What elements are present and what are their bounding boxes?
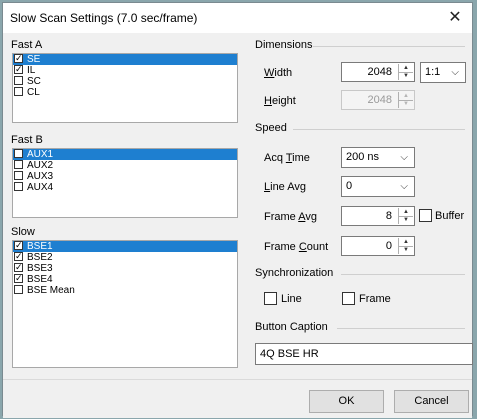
list-item-label: AUX1: [27, 149, 54, 160]
spin-down-icon[interactable]: ▼: [399, 246, 413, 254]
width-spinner[interactable]: ▲ ▼: [398, 64, 413, 80]
frame-avg-value: 8: [385, 210, 392, 222]
acq-time-label: Acq Time: [264, 152, 310, 164]
button-caption-label: Button Caption: [255, 321, 328, 333]
spin-down-icon: ▼: [403, 101, 409, 107]
ok-button[interactable]: OK: [309, 390, 384, 413]
checkbox-unchecked[interactable]: [14, 182, 23, 191]
frame-count-input[interactable]: 0 ▲ ▼: [341, 236, 415, 256]
list-item[interactable]: ✓ IL: [13, 65, 237, 76]
list-item-label: IL: [27, 65, 36, 76]
list-item[interactable]: AUX1: [13, 149, 237, 160]
chevron-down-icon: ⌵: [451, 67, 459, 78]
slow-label: Slow: [11, 226, 35, 238]
sync-line-checkbox[interactable]: [264, 292, 277, 305]
spin-down-icon[interactable]: ▼: [399, 216, 413, 224]
checkbox-unchecked[interactable]: [14, 285, 23, 294]
checkbox-checked[interactable]: ✓: [14, 252, 23, 261]
list-item-label: AUX3: [27, 171, 54, 182]
checkbox-unchecked[interactable]: [14, 160, 23, 169]
buffer-label: Buffer: [435, 210, 465, 222]
list-item-label: AUX2: [27, 160, 54, 171]
width-input[interactable]: 2048 ▲ ▼: [341, 62, 415, 82]
ratio-value: 1:1: [425, 66, 441, 78]
button-caption-divider: [337, 328, 465, 329]
height-value: 2048: [367, 94, 392, 106]
sync-frame-label: Frame: [359, 293, 391, 305]
checkbox-unchecked[interactable]: [14, 87, 23, 96]
synchronization-divider: [341, 274, 465, 275]
acq-time-value: 200 ns: [346, 151, 380, 163]
frame-avg-spinner[interactable]: ▲ ▼: [398, 208, 413, 224]
dialog-footer: OK Cancel: [3, 379, 472, 418]
speed-divider: [293, 129, 465, 130]
frame-count-value: 0: [385, 240, 392, 252]
button-caption-input[interactable]: 4Q BSE HR: [255, 343, 473, 365]
height-input: 2048 ▲ ▼: [341, 90, 415, 110]
list-item[interactable]: BSE Mean: [13, 285, 237, 296]
checkbox-unchecked[interactable]: [14, 149, 23, 158]
width-label: Width: [264, 67, 293, 79]
fast-a-label: Fast A: [11, 39, 43, 51]
frame-avg-label: Frame Avg: [264, 211, 317, 223]
height-label: Height: [264, 95, 296, 107]
checkbox-checked[interactable]: ✓: [14, 274, 23, 283]
list-item[interactable]: AUX4: [13, 182, 237, 193]
width-value: 2048: [367, 66, 392, 78]
list-item[interactable]: ✓ SE: [13, 54, 237, 65]
dimensions-divider: [313, 46, 465, 47]
cancel-button[interactable]: Cancel: [394, 390, 469, 413]
list-item-label: BSE Mean: [27, 285, 75, 296]
checkbox-unchecked[interactable]: [14, 76, 23, 85]
chevron-down-icon: ⌵: [400, 152, 408, 163]
fast-b-listbox[interactable]: AUX1 AUX2 AUX3 AUX4: [12, 148, 238, 218]
title-bar: Slow Scan Settings (7.0 sec/frame) ✕: [3, 3, 472, 33]
list-item[interactable]: AUX2: [13, 160, 237, 171]
frame-avg-input[interactable]: 8 ▲ ▼: [341, 206, 415, 226]
close-icon[interactable]: ✕: [444, 7, 466, 29]
frame-count-label: Frame Count: [264, 241, 329, 253]
button-caption-value: 4Q BSE HR: [260, 348, 319, 360]
list-item[interactable]: SC: [13, 76, 237, 87]
checkbox-checked[interactable]: ✓: [14, 65, 23, 74]
height-spinner: ▲ ▼: [398, 92, 413, 108]
list-item-label: SC: [27, 76, 41, 87]
frame-count-spinner[interactable]: ▲ ▼: [398, 238, 413, 254]
checkbox-checked[interactable]: ✓: [14, 241, 23, 250]
list-item-label: BSE3: [27, 263, 53, 274]
ratio-select[interactable]: 1:1 ⌵: [420, 62, 466, 83]
list-item[interactable]: ✓ BSE3: [13, 263, 237, 274]
acq-time-select[interactable]: 200 ns ⌵: [341, 147, 415, 168]
dimensions-label: Dimensions: [255, 39, 313, 51]
list-item-label: SE: [27, 54, 41, 65]
list-item[interactable]: ✓ BSE2: [13, 252, 237, 263]
list-item-label: CL: [27, 87, 40, 98]
list-item[interactable]: ✓ BSE1: [13, 241, 237, 252]
line-avg-value: 0: [346, 180, 353, 192]
checkbox-unchecked[interactable]: [14, 171, 23, 180]
fast-a-listbox[interactable]: ✓ SE ✓ IL SC CL: [12, 53, 238, 123]
list-item-label: BSE4: [27, 274, 53, 285]
list-item-label: BSE1: [27, 241, 53, 252]
buffer-checkbox[interactable]: [419, 209, 432, 222]
list-item[interactable]: AUX3: [13, 171, 237, 182]
slow-scan-settings-dialog: Slow Scan Settings (7.0 sec/frame) ✕ Fas…: [2, 2, 473, 418]
slow-listbox[interactable]: ✓ BSE1 ✓ BSE2 ✓ BSE3 ✓ BSE4 BSE Mean: [12, 240, 238, 368]
checkbox-checked[interactable]: ✓: [14, 54, 23, 63]
fast-b-label: Fast B: [11, 134, 43, 146]
line-avg-select[interactable]: 0 ⌵: [341, 176, 415, 197]
sync-frame-checkbox[interactable]: [342, 292, 355, 305]
list-item[interactable]: CL: [13, 87, 237, 98]
list-item-label: BSE2: [27, 252, 53, 263]
window-title: Slow Scan Settings (7.0 sec/frame): [10, 11, 198, 25]
spin-down-icon[interactable]: ▼: [399, 72, 413, 80]
checkbox-checked[interactable]: ✓: [14, 263, 23, 272]
line-avg-label: Line Avg: [264, 181, 307, 193]
chevron-down-icon: ⌵: [400, 181, 408, 192]
speed-label: Speed: [255, 122, 287, 134]
list-item[interactable]: ✓ BSE4: [13, 274, 237, 285]
sync-line-label: Line: [281, 293, 302, 305]
list-item-label: AUX4: [27, 182, 54, 193]
synchronization-label: Synchronization: [255, 267, 334, 279]
